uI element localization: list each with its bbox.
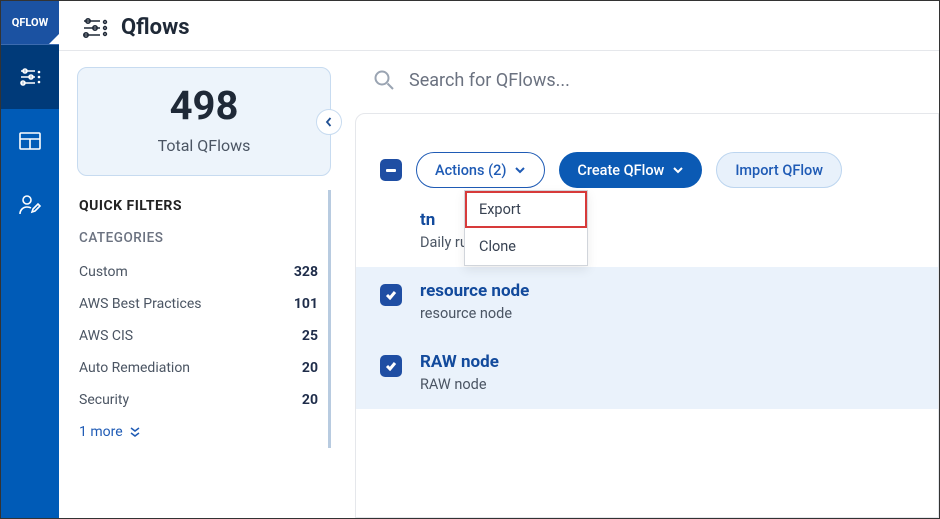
category-row[interactable]: Auto Remediation 20 — [77, 352, 320, 384]
quick-filters: QUICK FILTERS CATEGORIES Custom 328 AWS … — [77, 190, 331, 448]
category-count: 20 — [302, 392, 318, 408]
indeterminate-icon — [386, 169, 396, 172]
category-count: 101 — [294, 296, 318, 312]
category-row[interactable]: Security 20 — [77, 384, 320, 416]
actions-button[interactable]: Actions (2) — [416, 152, 545, 188]
category-label: Security — [79, 392, 129, 408]
category-count: 20 — [302, 360, 318, 376]
category-row[interactable]: Custom 328 — [77, 256, 320, 288]
search-bar — [349, 51, 939, 113]
dd-label: Export — [479, 201, 521, 218]
side-panel: 498 Total QFlows QUICK FILTERS CATEGORIE… — [59, 51, 349, 518]
actions-dropdown: Export Clone — [464, 190, 588, 266]
total-count: 498 — [98, 86, 310, 126]
category-label: Auto Remediation — [79, 360, 190, 376]
total-card: 498 Total QFlows — [77, 67, 331, 176]
content-area: Actions (2) Create QFlow Import QFlow — [349, 51, 939, 518]
category-row[interactable]: AWS Best Practices 101 — [77, 288, 320, 320]
sliders-icon — [17, 67, 43, 87]
main-area: Qflows 498 Total QFlows QUICK FILTERS CA… — [59, 1, 939, 518]
qflow-rows: tn Daily run (Every hour) resource node … — [356, 206, 938, 409]
quick-filters-heading: QUICK FILTERS — [77, 198, 320, 214]
nav-rail: QFLOW — [1, 1, 59, 518]
total-label: Total QFlows — [98, 136, 310, 155]
row-checkbox[interactable] — [380, 284, 402, 306]
layout-icon — [18, 131, 42, 151]
list-toolbar: Actions (2) Create QFlow Import QFlow — [356, 114, 938, 206]
rail-tab-qflow[interactable]: QFLOW — [1, 1, 59, 45]
user-edit-icon — [18, 194, 42, 216]
chevron-down-icon — [672, 166, 684, 174]
select-all-checkbox[interactable] — [380, 159, 402, 181]
row-subtitle: resource node — [420, 305, 529, 322]
category-count: 328 — [294, 264, 318, 280]
chevron-left-icon — [324, 117, 334, 127]
dd-label: Clone — [479, 238, 516, 255]
row-checkbox[interactable] — [380, 355, 402, 377]
category-label: AWS Best Practices — [79, 296, 202, 312]
chevron-double-down-icon — [129, 427, 141, 437]
row-subtitle: RAW node — [420, 376, 499, 393]
row-title: resource node — [420, 281, 529, 301]
check-icon — [385, 361, 397, 371]
import-qflow-button[interactable]: Import QFlow — [716, 152, 842, 188]
rail-item-dashboard[interactable] — [1, 109, 59, 173]
check-icon — [385, 290, 397, 300]
qflow-row[interactable]: resource node resource node — [356, 267, 938, 338]
rail-item-users[interactable] — [1, 173, 59, 237]
rail-tab-label: QFLOW — [12, 16, 48, 29]
actions-menu-clone[interactable]: Clone — [465, 228, 587, 265]
search-icon — [373, 69, 395, 91]
import-label: Import QFlow — [735, 162, 823, 179]
qflow-row[interactable]: RAW node RAW node — [356, 338, 938, 409]
rail-item-flows[interactable] — [1, 45, 59, 109]
category-label: AWS CIS — [79, 328, 133, 344]
chevron-down-icon — [514, 166, 526, 174]
show-more-categories[interactable]: 1 more — [77, 416, 320, 448]
actions-menu-export[interactable]: Export — [465, 191, 587, 228]
collapse-chevron[interactable] — [316, 109, 342, 135]
page-header: Qflows — [59, 1, 939, 51]
qflow-row[interactable]: tn Daily run (Every hour) — [356, 206, 938, 267]
category-label: Custom — [79, 264, 128, 280]
category-row[interactable]: AWS CIS 25 — [77, 320, 320, 352]
categories-heading: CATEGORIES — [77, 230, 320, 246]
row-title: RAW node — [420, 352, 499, 372]
create-label: Create QFlow — [577, 162, 664, 179]
actions-label: Actions (2) — [435, 162, 506, 179]
list-container: Actions (2) Create QFlow Import QFlow — [355, 113, 939, 518]
create-qflow-button[interactable]: Create QFlow — [559, 152, 702, 188]
page-title: Qflows — [121, 15, 190, 40]
search-input[interactable] — [409, 70, 915, 91]
category-count: 25 — [302, 328, 318, 344]
more-label: 1 more — [79, 424, 123, 440]
qflows-icon — [81, 17, 109, 39]
